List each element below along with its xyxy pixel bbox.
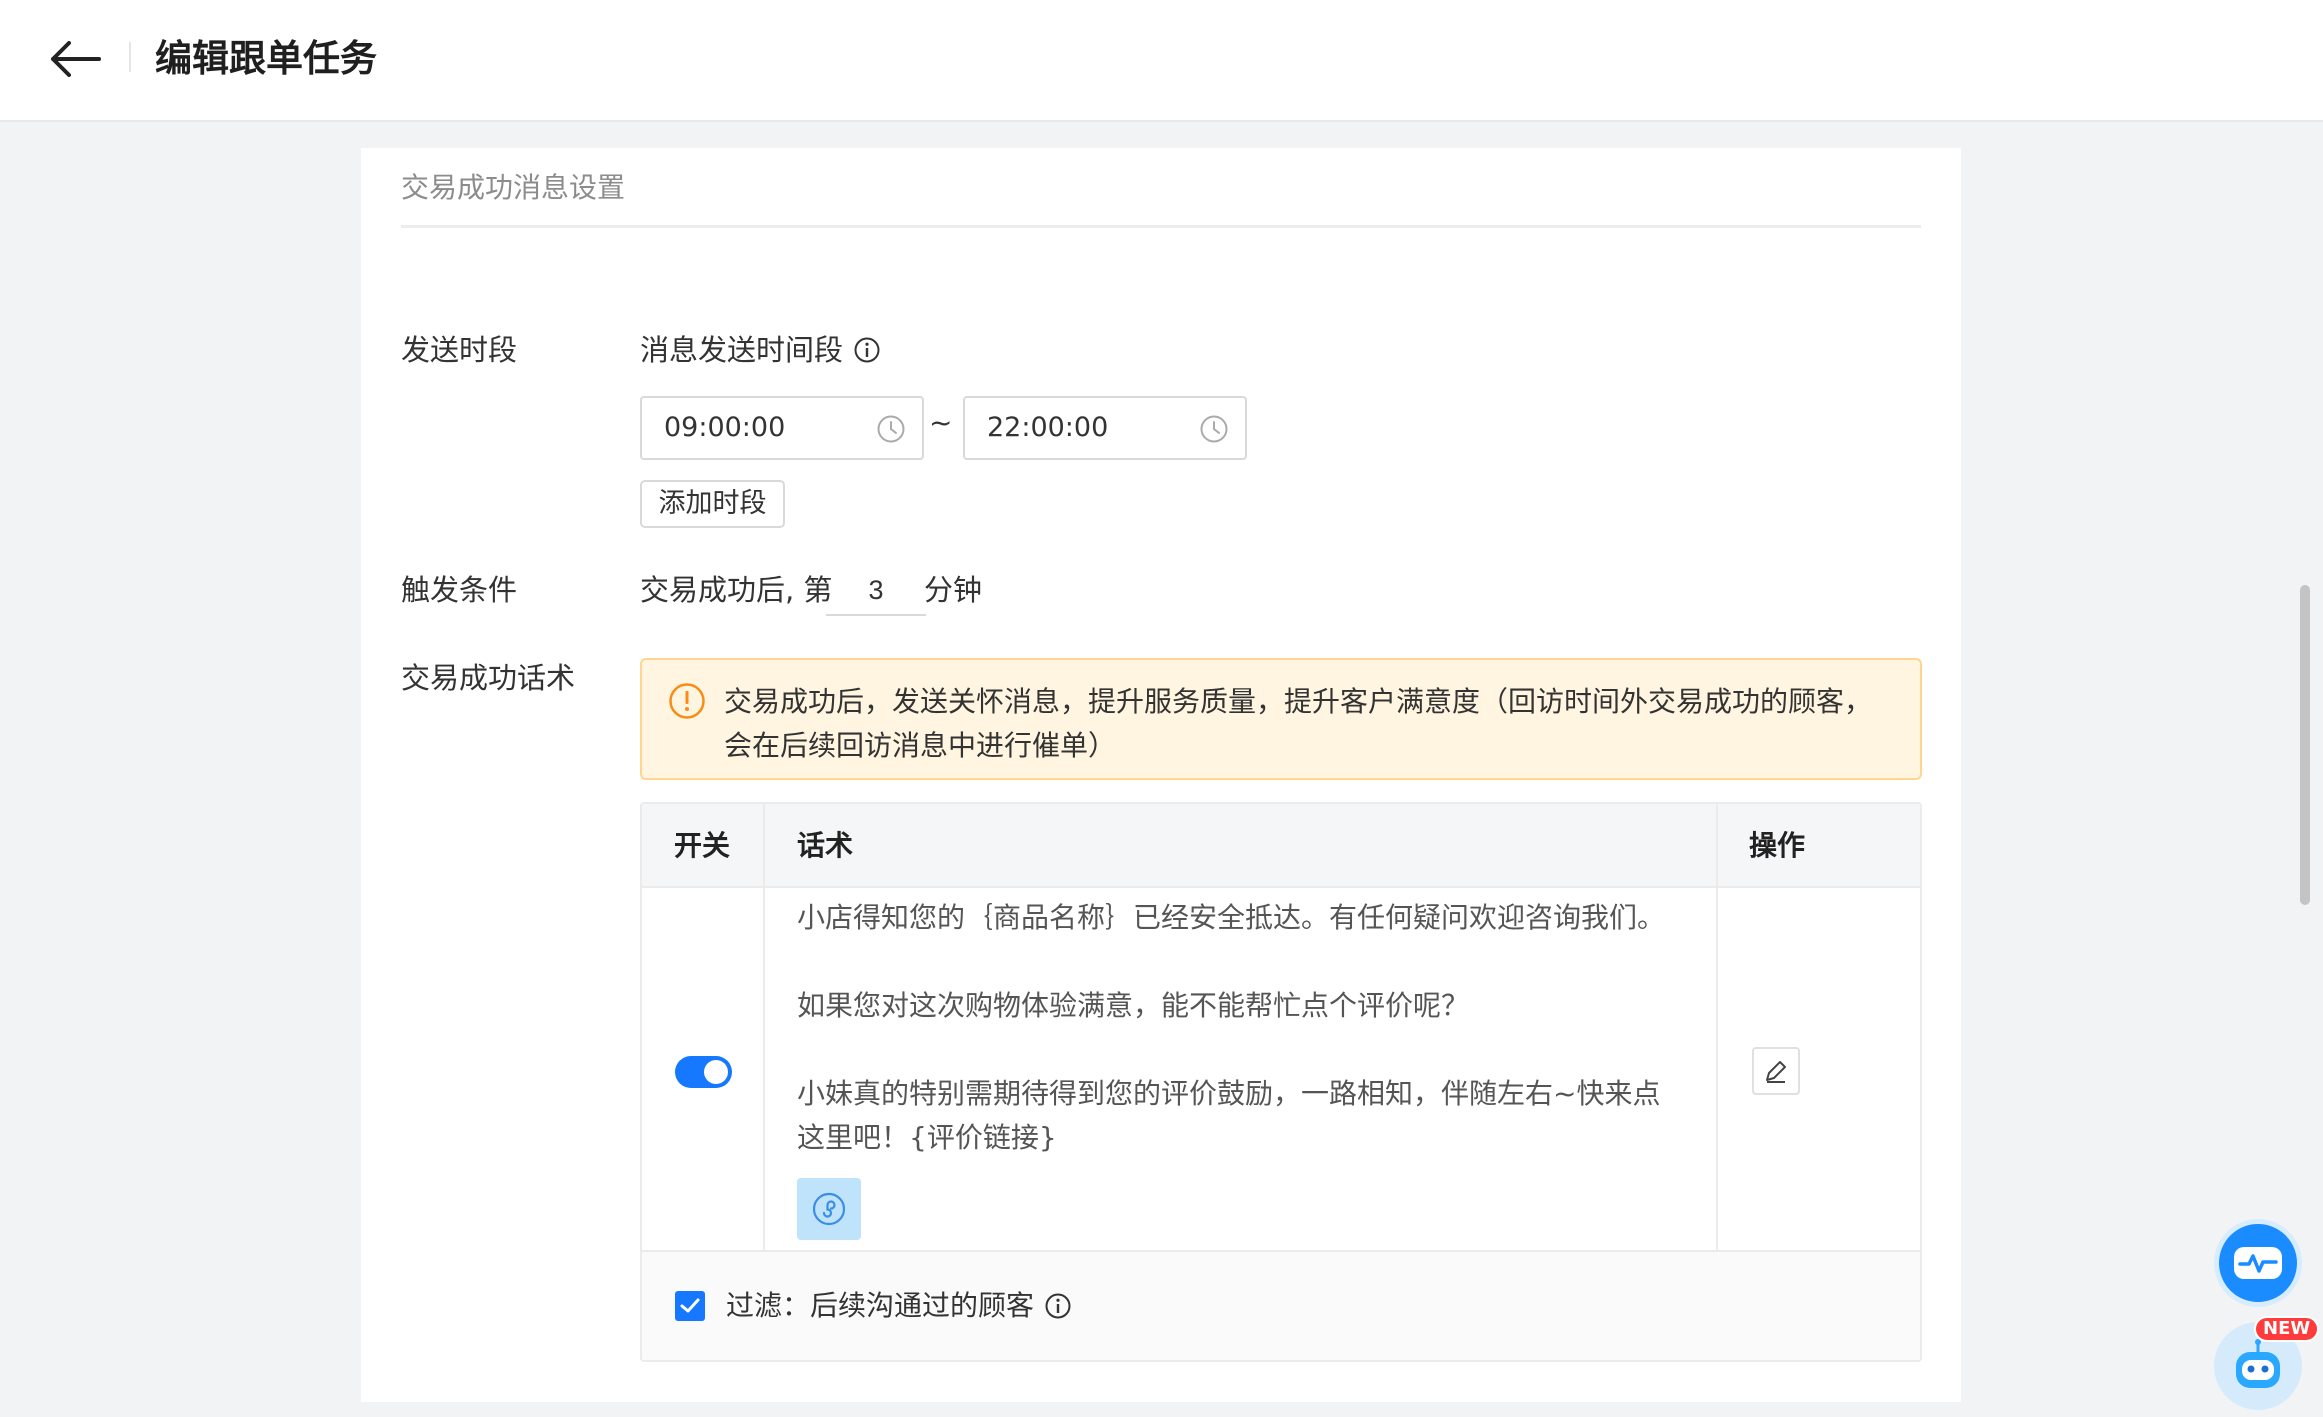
alert-line-1: 交易成功后，发送关怀消息，提升服务质量，提升客户满意度（回访时间外交易成功的顾客… [724, 685, 1873, 718]
top-bar: 编辑跟单任务 [0, 0, 2323, 122]
info-icon[interactable] [853, 336, 881, 364]
filter-label: 过滤：后续沟通过的顾客 [726, 1286, 1072, 1326]
script-paragraph: 小店得知您的｛商品名称｝已经安全抵达。有任何疑问欢迎咨询我们。 [797, 901, 1666, 934]
end-time-value: 22:00:00 [987, 412, 1109, 443]
script-content: 小店得知您的｛商品名称｝已经安全抵达。有任何疑问欢迎咨询我们。 如果您对这次购物… [797, 896, 1677, 1160]
send-time-field-label: 消息发送时间段 [640, 330, 881, 370]
page-title: 编辑跟单任务 [155, 37, 377, 80]
script-paragraph: 小妹真的特别需期待得到您的评价鼓励，一路相知，伴随左右~快来点这里吧！{评价链接… [797, 1077, 1661, 1154]
header-action: 操作 [1749, 829, 1806, 862]
switch-knob [704, 1060, 728, 1084]
clock-icon [1200, 415, 1228, 443]
script-table: 开关 话术 操作 小店得知您的｛商品名称｝已经安全抵达。有任何疑问欢迎咨询我们。… [640, 802, 1922, 1362]
filter-label-text: 过滤：后续沟通过的顾客 [726, 1289, 1035, 1322]
send-time-label-text: 消息发送时间段 [640, 333, 844, 367]
checkmark-icon [680, 1298, 700, 1313]
pencil-icon [1766, 1061, 1786, 1083]
alert-line-2: 会在后续回访消息中进行催单） [724, 729, 1117, 762]
table-footer: 过滤：后续沟通过的顾客 [642, 1252, 1920, 1360]
add-period-button[interactable]: 添加时段 [640, 480, 785, 528]
start-time-input[interactable]: 09:00:00 [640, 396, 924, 460]
script-paragraph: 如果您对这次购物体验满意，能不能帮忙点个评价呢？ [797, 989, 1470, 1022]
time-range-separator: ~ [929, 406, 953, 439]
start-time-value: 09:00:00 [664, 412, 786, 443]
trigger-suffix: 分钟 [924, 573, 983, 607]
header-switch: 开关 [674, 829, 731, 862]
filter-checkbox[interactable] [675, 1291, 705, 1321]
header-script: 话术 [797, 829, 854, 862]
script-label: 交易成功话术 [401, 661, 576, 695]
trigger-label: 触发条件 [401, 573, 518, 607]
section-divider [401, 225, 1921, 228]
mini-program-card[interactable] [797, 1178, 861, 1240]
arrow-left-icon [51, 41, 101, 77]
new-badge: NEW [2254, 1316, 2320, 1342]
back-button[interactable] [46, 34, 104, 84]
section-title: 交易成功消息设置 [401, 171, 626, 204]
enable-switch[interactable] [675, 1056, 732, 1088]
table-row: 小店得知您的｛商品名称｝已经安全抵达。有任何疑问欢迎咨询我们。 如果您对这次购物… [642, 888, 1920, 1252]
settings-card: 交易成功消息设置 发送时段 消息发送时间段 09:00:00 ~ 22:00:0… [361, 148, 1961, 1402]
mini-program-icon [812, 1192, 846, 1226]
trigger-minutes-input[interactable] [826, 566, 926, 616]
edit-button[interactable] [1752, 1047, 1800, 1095]
send-period-label: 发送时段 [401, 333, 518, 367]
warning-info-icon [669, 683, 705, 719]
end-time-input[interactable]: 22:00:00 [963, 396, 1247, 460]
pulse-icon [2234, 1247, 2282, 1279]
clock-icon [877, 415, 905, 443]
trigger-prefix: 交易成功后, 第 [640, 573, 833, 607]
scrollbar-thumb[interactable] [2300, 585, 2310, 905]
notice-alert: 交易成功后，发送关怀消息，提升服务质量，提升客户满意度（回访时间外交易成功的顾客… [640, 658, 1922, 780]
header-divider [129, 42, 131, 72]
monitor-float-button[interactable] [2214, 1219, 2302, 1307]
alert-text: 交易成功后，发送关怀消息，提升服务质量，提升客户满意度（回访时间外交易成功的顾客… [724, 680, 1894, 768]
table-header: 开关 话术 操作 [642, 804, 1920, 888]
info-icon[interactable] [1044, 1292, 1072, 1320]
